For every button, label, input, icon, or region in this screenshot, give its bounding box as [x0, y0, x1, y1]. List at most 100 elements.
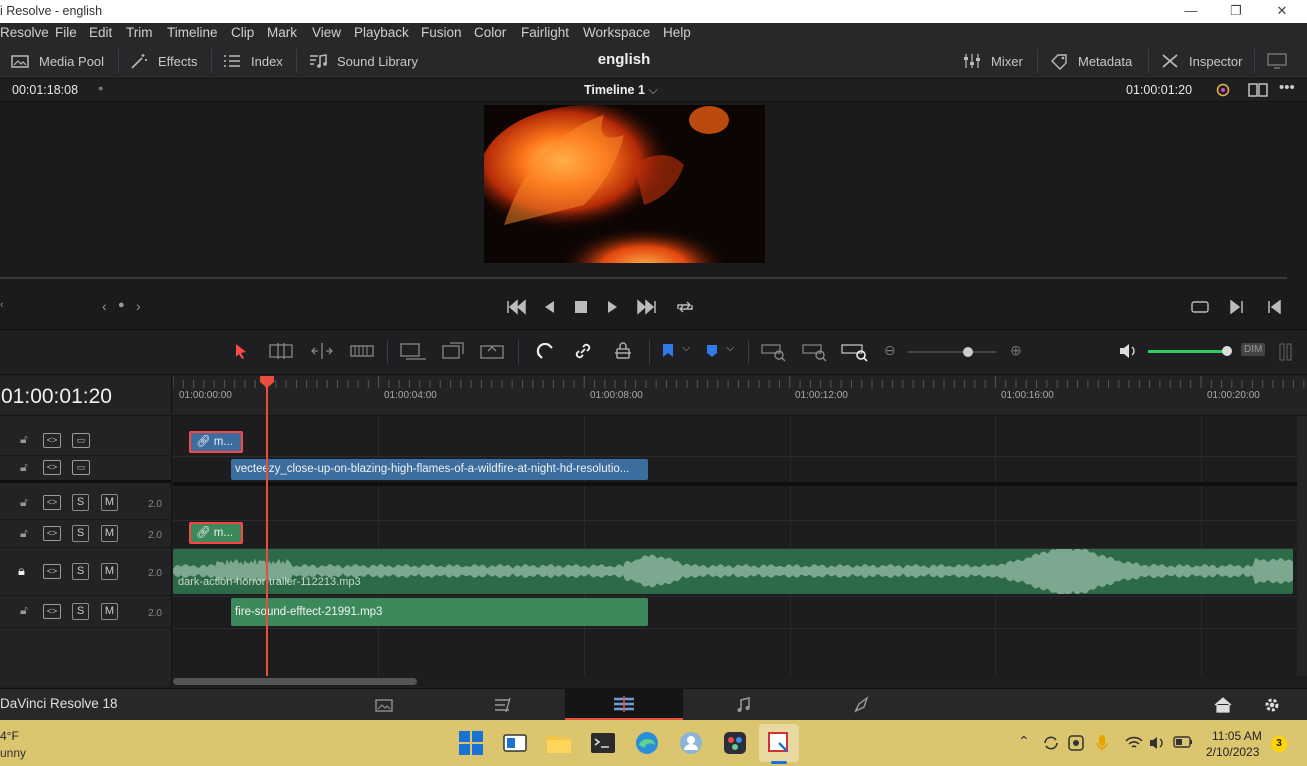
playhead-handle-icon[interactable]	[260, 376, 274, 388]
menu-view[interactable]: View	[312, 25, 341, 40]
edge-browser-icon[interactable]	[633, 729, 661, 757]
next-edit-icon[interactable]	[1229, 300, 1245, 314]
marker-dropdown-icon[interactable]: ⌵	[726, 342, 734, 355]
metadata-button[interactable]: Metadata	[1049, 43, 1132, 79]
menu-resolve[interactable]: Resolve	[0, 25, 49, 40]
loop-icon[interactable]	[674, 298, 696, 316]
flag-dropdown-icon[interactable]: ⌵	[682, 342, 690, 355]
solo-button[interactable]: S	[72, 494, 89, 511]
fairlight-page-icon[interactable]	[734, 696, 752, 714]
edit-page-tab[interactable]	[565, 689, 683, 720]
reverse-play-icon[interactable]	[542, 299, 558, 315]
solo-button[interactable]: S	[72, 563, 89, 580]
linked-selection-icon[interactable]	[573, 341, 593, 361]
playhead[interactable]	[266, 376, 268, 676]
zoom-out-icon[interactable]: ⊖	[884, 342, 896, 359]
lock-icon[interactable]: 🔓︎	[20, 603, 28, 618]
davinci-resolve-icon[interactable]	[721, 729, 749, 757]
position-lock-icon[interactable]	[613, 341, 633, 361]
index-button[interactable]: Index	[222, 43, 283, 79]
menu-workspace[interactable]: Workspace	[583, 25, 650, 40]
audio-clip-fire-sound[interactable]: fire-sound-efftect-21991.mp3	[231, 598, 648, 626]
zoom-in-icon[interactable]: ⊕	[1010, 342, 1022, 359]
video-enable-icon[interactable]: ▭	[72, 460, 90, 475]
auto-select-icon[interactable]: <>	[43, 495, 61, 510]
dynamic-trim-icon[interactable]	[308, 342, 336, 360]
left-edge-chevron-icon[interactable]: ‹	[0, 299, 4, 311]
effects-button[interactable]: Effects	[129, 43, 198, 79]
battery-icon[interactable]	[1173, 735, 1193, 749]
solo-button[interactable]: S	[72, 603, 89, 620]
menu-file[interactable]: File	[55, 25, 77, 40]
prev-marker-icon[interactable]: ‹	[102, 298, 107, 314]
auto-select-icon[interactable]: <>	[43, 526, 61, 541]
microphone-icon[interactable]	[1094, 733, 1110, 753]
volume-slider[interactable]	[1148, 350, 1228, 353]
menu-trim[interactable]: Trim	[126, 25, 153, 40]
auto-select-icon[interactable]: <>	[43, 604, 61, 619]
cut-page-icon[interactable]	[492, 696, 516, 714]
insert-clip-icon[interactable]	[398, 342, 428, 362]
mute-button[interactable]: M	[101, 603, 118, 620]
tray-overflow-icon[interactable]: ⌃	[1018, 733, 1030, 750]
menu-playback[interactable]: Playback	[354, 25, 409, 40]
lock-icon[interactable]: 🔓︎	[20, 460, 28, 475]
minimize-button[interactable]: —	[1168, 0, 1214, 23]
file-explorer-icon[interactable]	[545, 729, 573, 757]
next-marker-icon[interactable]: ›	[136, 298, 141, 314]
close-button[interactable]: ✕	[1259, 0, 1305, 23]
trim-edit-icon[interactable]	[267, 342, 295, 360]
network-share-icon[interactable]	[1066, 733, 1086, 753]
auto-select-icon[interactable]: <>	[43, 433, 61, 448]
blade-icon[interactable]	[349, 342, 375, 360]
color-picker-icon[interactable]	[1214, 82, 1232, 98]
home-icon[interactable]	[1213, 696, 1233, 714]
menu-fusion[interactable]: Fusion	[421, 25, 462, 40]
menu-mark[interactable]: Mark	[267, 25, 297, 40]
media-page-icon[interactable]	[374, 697, 394, 713]
match-frame-icon[interactable]	[1190, 299, 1210, 315]
mute-button[interactable]: M	[101, 525, 118, 542]
auto-select-icon[interactable]: <>	[43, 564, 61, 579]
scrubber-track[interactable]	[0, 277, 1287, 279]
wifi-icon[interactable]	[1124, 734, 1144, 752]
timeline-tracks[interactable]: 01:00:00:00 01:00:04:00 01:00:08:00 01:0…	[173, 376, 1307, 686]
maximize-button[interactable]: ❐	[1213, 0, 1259, 23]
sound-library-button[interactable]: Sound Library	[308, 43, 418, 79]
lock-icon[interactable]: 🔓︎	[20, 526, 28, 541]
menu-fairlight[interactable]: Fairlight	[521, 25, 569, 40]
zoom-custom-icon[interactable]	[840, 342, 870, 362]
menu-color[interactable]: Color	[474, 25, 506, 40]
weather-temperature[interactable]: 4°F	[0, 729, 19, 743]
user-profile-icon[interactable]	[677, 729, 705, 757]
notification-badge[interactable]: 3	[1271, 736, 1287, 752]
task-view-icon[interactable]	[501, 729, 529, 757]
clock-time[interactable]: 11:05 AM	[1212, 729, 1262, 743]
settings-gear-icon[interactable]	[1263, 696, 1281, 714]
meter-icon[interactable]	[1278, 342, 1294, 362]
timeline-ruler[interactable]: 01:00:00:00 01:00:04:00 01:00:08:00 01:0…	[173, 376, 1307, 416]
clock-date[interactable]: 2/10/2023	[1206, 745, 1259, 759]
selection-pointer-icon[interactable]	[233, 342, 249, 360]
mute-button[interactable]: M	[101, 494, 118, 511]
sync-icon[interactable]	[1041, 733, 1061, 753]
timeline-scrollbar[interactable]	[173, 678, 417, 685]
inspector-button[interactable]: Inspector	[1160, 43, 1242, 79]
mixer-button[interactable]: Mixer	[962, 43, 1023, 79]
menu-timeline[interactable]: Timeline	[167, 25, 218, 40]
flag-icon[interactable]	[661, 343, 675, 359]
snapping-icon[interactable]	[535, 341, 555, 361]
menu-edit[interactable]: Edit	[89, 25, 112, 40]
more-options-icon[interactable]: •••	[1279, 79, 1295, 96]
lock-icon[interactable]: 🔓︎	[20, 432, 28, 447]
lock-icon[interactable]: 🔒︎	[18, 563, 25, 579]
video-clip-wildfire[interactable]: vecteezy_close-up-on-blazing-high-flames…	[231, 459, 648, 480]
menu-clip[interactable]: Clip	[231, 25, 254, 40]
weather-description[interactable]: unny	[0, 746, 26, 760]
zoom-full-icon[interactable]	[760, 342, 788, 362]
dual-viewer-icon[interactable]	[1248, 83, 1268, 97]
deliver-page-icon[interactable]	[852, 696, 872, 714]
play-icon[interactable]	[604, 299, 620, 315]
video-enable-icon[interactable]: ▭	[72, 433, 90, 448]
zoom-detail-icon[interactable]	[801, 342, 829, 362]
